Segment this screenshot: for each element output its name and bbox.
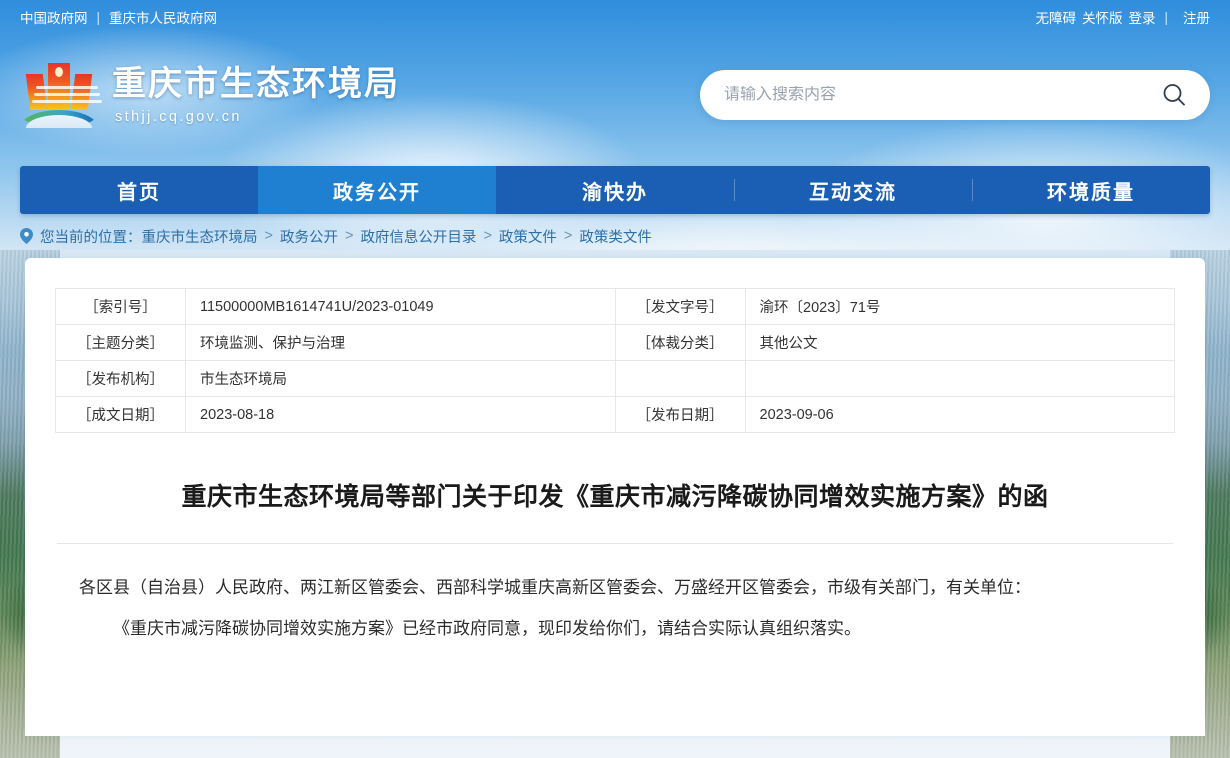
- search-input[interactable]: [724, 86, 1158, 104]
- meta-value-published-date: 2023-09-06: [745, 397, 1175, 433]
- nav-item-government-affairs[interactable]: 政务公开: [258, 166, 496, 214]
- main-navigation: 首页 政务公开 渝快办 互动交流 环境质量: [20, 166, 1210, 214]
- breadcrumb-item-0[interactable]: 重庆市生态环境局: [142, 226, 258, 247]
- meta-key-empty: [615, 361, 745, 397]
- breadcrumb-item-1[interactable]: 政务公开: [280, 226, 338, 247]
- meta-key-topic-category: ［主题分类］: [56, 325, 186, 361]
- search-button[interactable]: [1158, 81, 1190, 109]
- meta-value-written-date: 2023-08-18: [186, 397, 616, 433]
- breadcrumb-item-4[interactable]: 政策类文件: [579, 226, 652, 247]
- top-right-separator: |: [1164, 10, 1168, 25]
- breadcrumb: 您当前的位置： 重庆市生态环境局 > 政务公开 > 政府信息公开目录 > 政策文…: [20, 214, 1210, 258]
- breadcrumb-separator: >: [483, 228, 491, 244]
- document-metadata-table: ［索引号］ 11500000MB1614741U/2023-01049 ［发文字…: [55, 288, 1175, 433]
- site-title: 重庆市生态环境局: [112, 65, 400, 104]
- link-register[interactable]: 注册: [1183, 7, 1210, 27]
- link-chongqing-gov[interactable]: 重庆市人民政府网: [109, 7, 217, 27]
- meta-key-document-number: ［发文字号］: [615, 289, 745, 325]
- meta-key-publishing-agency: ［发布机构］: [56, 361, 186, 397]
- table-row: ［发布机构］ 市生态环境局: [56, 361, 1175, 397]
- breadcrumb-separator: >: [345, 228, 353, 244]
- link-china-gov[interactable]: 中国政府网: [20, 7, 88, 27]
- site-url: sthjj.cq.gov.cn: [112, 109, 400, 125]
- top-utility-bar: 中国政府网 | 重庆市人民政府网 无障碍 关怀版 登录 | 注册: [0, 0, 1230, 34]
- meta-key-index-number: ［索引号］: [56, 289, 186, 325]
- top-left-separator: |: [97, 10, 101, 25]
- meta-key-published-date: ［发布日期］: [615, 397, 745, 433]
- document-paragraph-0: 各区县（自治县）人民政府、两江新区管委会、西部科学城重庆高新区管委会、万盛经开区…: [79, 570, 1151, 606]
- nav-item-environment-quality[interactable]: 环境质量: [972, 166, 1210, 214]
- meta-value-document-number: 渝环〔2023〕71号: [745, 289, 1175, 325]
- nav-item-yukuaiban[interactable]: 渝快办: [496, 166, 734, 214]
- breadcrumb-item-2[interactable]: 政府信息公开目录: [360, 226, 476, 247]
- document-body: 各区县（自治县）人民政府、两江新区管委会、西部科学城重庆高新区管委会、万盛经开区…: [79, 570, 1151, 647]
- meta-key-written-date: ［成文日期］: [56, 397, 186, 433]
- location-pin-icon: [20, 228, 33, 244]
- top-left-links: 中国政府网 | 重庆市人民政府网: [20, 7, 217, 27]
- page-title: 重庆市生态环境局等部门关于印发《重庆市减污降碳协同增效实施方案》的函: [69, 479, 1161, 517]
- search-box[interactable]: [700, 70, 1210, 120]
- meta-value-topic-category: 环境监测、保护与治理: [186, 325, 616, 361]
- breadcrumb-item-3[interactable]: 政策文件: [499, 226, 557, 247]
- table-row: ［索引号］ 11500000MB1614741U/2023-01049 ［发文字…: [56, 289, 1175, 325]
- nav-item-interaction[interactable]: 互动交流: [734, 166, 972, 214]
- breadcrumb-separator: >: [265, 228, 273, 244]
- site-brand[interactable]: 重庆市生态环境局 sthjj.cq.gov.cn: [20, 60, 400, 130]
- top-right-links: 无障碍 关怀版 登录 | 注册: [1029, 7, 1210, 27]
- link-care-version[interactable]: 关怀版: [1082, 7, 1123, 27]
- breadcrumb-prefix: 您当前的位置：: [40, 226, 142, 247]
- document-paragraph-1: 《重庆市减污降碳协同增效实施方案》已经市政府同意，现印发给你们，请结合实际认真组…: [79, 611, 1151, 647]
- link-accessibility[interactable]: 无障碍: [1035, 7, 1076, 27]
- meta-key-genre-category: ［体裁分类］: [615, 325, 745, 361]
- content-card: ［索引号］ 11500000MB1614741U/2023-01049 ［发文字…: [25, 258, 1205, 736]
- meta-value-empty: [745, 361, 1175, 397]
- table-row: ［主题分类］ 环境监测、保护与治理 ［体裁分类］ 其他公文: [56, 325, 1175, 361]
- government-emblem-icon: [20, 60, 98, 130]
- meta-value-genre-category: 其他公文: [745, 325, 1175, 361]
- meta-value-index-number: 11500000MB1614741U/2023-01049: [186, 289, 616, 325]
- table-row: ［成文日期］ 2023-08-18 ［发布日期］ 2023-09-06: [56, 397, 1175, 433]
- link-login[interactable]: 登录: [1128, 7, 1155, 27]
- search-icon: [1160, 81, 1188, 109]
- nav-item-home[interactable]: 首页: [20, 166, 258, 214]
- site-header: 重庆市生态环境局 sthjj.cq.gov.cn: [0, 34, 1230, 156]
- breadcrumb-separator: >: [564, 228, 572, 244]
- meta-value-publishing-agency: 市生态环境局: [186, 361, 616, 397]
- title-divider: [57, 543, 1173, 544]
